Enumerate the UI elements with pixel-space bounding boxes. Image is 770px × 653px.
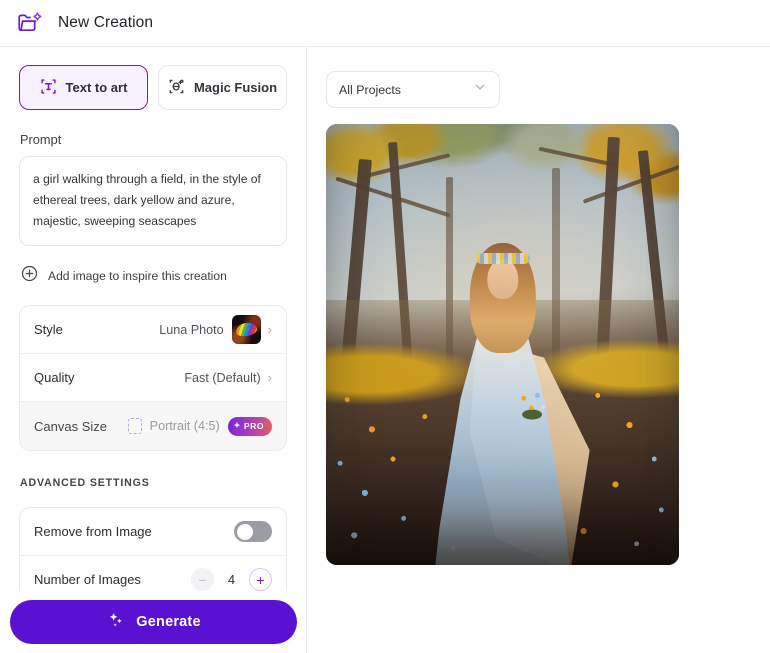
new-creation-app: New Creation Text to art Magic Fusion Pr… <box>0 0 770 653</box>
tab-text-to-art[interactable]: Text to art <box>19 65 148 110</box>
mode-tabs: Text to art Magic Fusion <box>19 65 287 110</box>
pro-badge-label: PRO <box>243 421 264 432</box>
app-header: New Creation <box>0 0 770 47</box>
pro-badge[interactable]: ✦ PRO <box>227 416 272 436</box>
canvas-size-value: Portrait (4:5) <box>149 419 220 434</box>
generated-image[interactable] <box>326 124 679 565</box>
image-figure <box>421 243 590 565</box>
generate-button[interactable]: Generate <box>10 600 297 644</box>
plus-circle-icon <box>21 265 38 287</box>
add-image-label: Add image to inspire this creation <box>48 269 227 284</box>
luna-photo-thumbnail <box>231 315 261 345</box>
sparkle-icon <box>106 610 126 634</box>
generate-bar: Generate <box>0 591 306 653</box>
increment-button[interactable]: + <box>249 568 272 592</box>
setting-row-remove-from-image[interactable]: Remove from Image <box>20 508 286 557</box>
text-to-art-icon <box>40 78 57 98</box>
setting-row-style[interactable]: Style Luna Photo › <box>20 306 286 355</box>
prompt-label: Prompt <box>20 132 62 147</box>
left-panel-scroll[interactable]: Text to art Magic Fusion Prompt a girl w… <box>0 47 306 653</box>
remove-from-image-toggle[interactable] <box>234 521 272 543</box>
number-of-images-stepper: − 4 + <box>191 568 272 592</box>
toggle-knob <box>237 523 253 540</box>
number-of-images-value: 4 <box>227 572 236 588</box>
add-image-button[interactable]: Add image to inspire this creation <box>21 265 287 287</box>
image-figure-flower-crown <box>475 253 530 265</box>
sparkle-icon: ✦ <box>233 421 241 431</box>
magic-fusion-icon <box>168 78 185 98</box>
quality-value: Fast (Default) <box>184 370 261 385</box>
folder-sparkle-icon <box>14 8 44 38</box>
style-value-group: Luna Photo <box>159 315 261 345</box>
tab-magic-fusion[interactable]: Magic Fusion <box>158 65 287 110</box>
chevron-down-icon <box>473 80 487 99</box>
style-value: Luna Photo <box>159 322 224 337</box>
left-panel: Text to art Magic Fusion Prompt a girl w… <box>0 47 307 653</box>
aspect-ratio-icon <box>127 418 142 435</box>
page-title: New Creation <box>58 14 154 31</box>
canvas-size-label: Canvas Size <box>34 418 107 434</box>
tab-magic-fusion-label: Magic Fusion <box>193 80 278 95</box>
right-panel: All Projects <box>307 47 770 653</box>
prompt-text: a girl walking through a field, in the s… <box>33 172 261 228</box>
projects-filter-select[interactable]: All Projects <box>326 71 500 108</box>
canvas-size-value-group: Portrait (4:5) ✦ PRO <box>127 416 272 436</box>
decrement-button[interactable]: − <box>191 568 214 592</box>
image-figure-bouquet <box>513 387 552 422</box>
generation-settings-card: Style Luna Photo › Quality Fast (Default… <box>19 305 287 452</box>
projects-filter-value: All Projects <box>339 82 401 97</box>
setting-row-canvas-size[interactable]: Canvas Size Portrait (4:5) ✦ PRO <box>20 402 286 451</box>
prompt-input[interactable]: a girl walking through a field, in the s… <box>19 156 287 247</box>
chevron-right-icon: › <box>267 370 272 386</box>
main-body: Text to art Magic Fusion Prompt a girl w… <box>0 47 770 653</box>
style-label: Style <box>34 322 63 338</box>
setting-row-quality[interactable]: Quality Fast (Default) › <box>20 354 286 403</box>
chevron-right-icon: › <box>267 322 272 338</box>
generate-button-label: Generate <box>136 614 201 630</box>
image-figure-face <box>487 259 518 300</box>
number-of-images-label: Number of Images <box>34 572 141 588</box>
quality-label: Quality <box>34 370 75 386</box>
tab-text-to-art-label: Text to art <box>65 80 128 95</box>
remove-from-image-label: Remove from Image <box>34 524 152 540</box>
advanced-settings-title: ADVANCED SETTINGS <box>20 477 150 490</box>
generated-gallery <box>326 124 770 565</box>
